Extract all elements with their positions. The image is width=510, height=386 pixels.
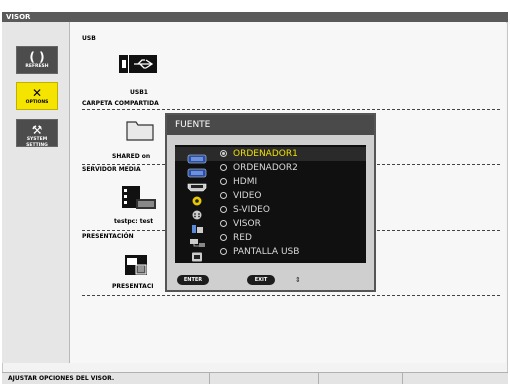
presentation-item-label: PRESENTACI <box>112 283 154 290</box>
source-dialog: FUENTE ORDENADOR1 ORDENADOR2 HDMI VIDEO … <box>165 113 376 292</box>
exit-button[interactable]: EXIT <box>247 275 275 285</box>
usb-display-icon <box>187 247 207 262</box>
source-option-hdmi[interactable]: HDMI <box>175 175 366 192</box>
divider <box>82 109 500 110</box>
status-separator <box>318 373 319 384</box>
source-option-ordenador2[interactable]: ORDENADOR2 <box>175 161 366 178</box>
source-label: PANTALLA USB <box>233 247 300 257</box>
dialog-footer: ENTER EXIT ⇕ <box>175 274 366 286</box>
svideo-icon <box>187 205 207 220</box>
network-icon <box>187 233 207 247</box>
divider <box>82 295 500 296</box>
system-setting-button[interactable]: ⚒ SYSTEM SETTING <box>16 119 58 148</box>
radio-button[interactable] <box>220 248 227 255</box>
section-title-usb: USB <box>82 35 96 42</box>
dialog-title: FUENTE <box>167 115 374 135</box>
vga-icon <box>187 149 207 164</box>
refresh-icon: ( ) <box>29 50 45 64</box>
refresh-button[interactable]: ( ) REFRESH <box>16 46 58 74</box>
source-option-pantalla-usb[interactable]: PANTALLA USB <box>175 245 366 262</box>
usb-drive-icon[interactable] <box>118 54 158 74</box>
section-title-presentation: PRESENTACIÓN <box>82 233 134 240</box>
system-setting-icon: ⚒ <box>31 123 43 137</box>
section-title-shared-folder: CARPETA COMPARTIDA <box>82 100 159 107</box>
radio-button[interactable] <box>220 220 227 227</box>
options-button[interactable]: ✕ OPTIONS <box>16 82 58 110</box>
source-option-video[interactable]: VIDEO <box>175 189 366 206</box>
source-option-visor[interactable]: VISOR <box>175 217 366 233</box>
source-label: VISOR <box>233 219 261 229</box>
source-label: ORDENADOR1 <box>233 149 298 159</box>
tools-icon: ✕ <box>31 86 43 100</box>
radio-button[interactable] <box>220 192 227 199</box>
source-list: ORDENADOR1 ORDENADOR2 HDMI VIDEO S-VIDEO… <box>175 145 366 263</box>
radio-button[interactable] <box>220 150 227 157</box>
vga-icon <box>187 163 207 178</box>
radio-button[interactable] <box>220 206 227 213</box>
enter-button[interactable]: ENTER <box>177 275 209 285</box>
folder-icon[interactable] <box>126 117 154 141</box>
status-separator <box>209 373 210 384</box>
usb-item-label: USB1 <box>130 89 148 96</box>
system-setting-label: SYSTEM SETTING <box>26 137 48 148</box>
viewer-icon <box>187 219 207 233</box>
title-bar: VISOR <box>0 0 510 24</box>
source-option-red[interactable]: RED <box>175 231 366 247</box>
status-text: AJUSTAR OPCIONES DEL VISOR. <box>8 375 115 382</box>
source-option-ordenador1[interactable]: ORDENADOR1 <box>175 147 366 164</box>
up-down-arrows-icon: ⇕ <box>295 276 301 284</box>
source-option-s-video[interactable]: S-VIDEO <box>175 203 366 220</box>
presentation-icon[interactable] <box>124 254 150 278</box>
video-icon <box>187 191 207 206</box>
source-label: HDMI <box>233 177 258 187</box>
title-bar-strip <box>2 12 508 22</box>
radio-button[interactable] <box>220 178 227 185</box>
hdmi-icon <box>187 177 207 192</box>
status-bar: AJUSTAR OPCIONES DEL VISOR. <box>2 372 508 384</box>
sidebar: ( ) REFRESH ✕ OPTIONS ⚒ SYSTEM SETTING <box>2 22 70 363</box>
radio-button[interactable] <box>220 164 227 171</box>
options-label: OPTIONS <box>25 100 49 105</box>
source-label: RED <box>233 233 252 243</box>
media-server-item-label: testpc: test <box>114 218 154 225</box>
media-server-icon[interactable] <box>120 185 160 211</box>
source-label: VIDEO <box>233 191 262 201</box>
source-label: ORDENADOR2 <box>233 163 298 173</box>
refresh-label: REFRESH <box>25 64 49 69</box>
radio-button[interactable] <box>220 234 227 241</box>
section-title-media-server: SERVIDOR MEDIA <box>82 166 141 173</box>
window-title: VISOR <box>6 13 31 21</box>
status-separator <box>402 373 403 384</box>
source-label: S-VIDEO <box>233 205 270 215</box>
shared-item-label: SHARED on <box>112 153 151 160</box>
